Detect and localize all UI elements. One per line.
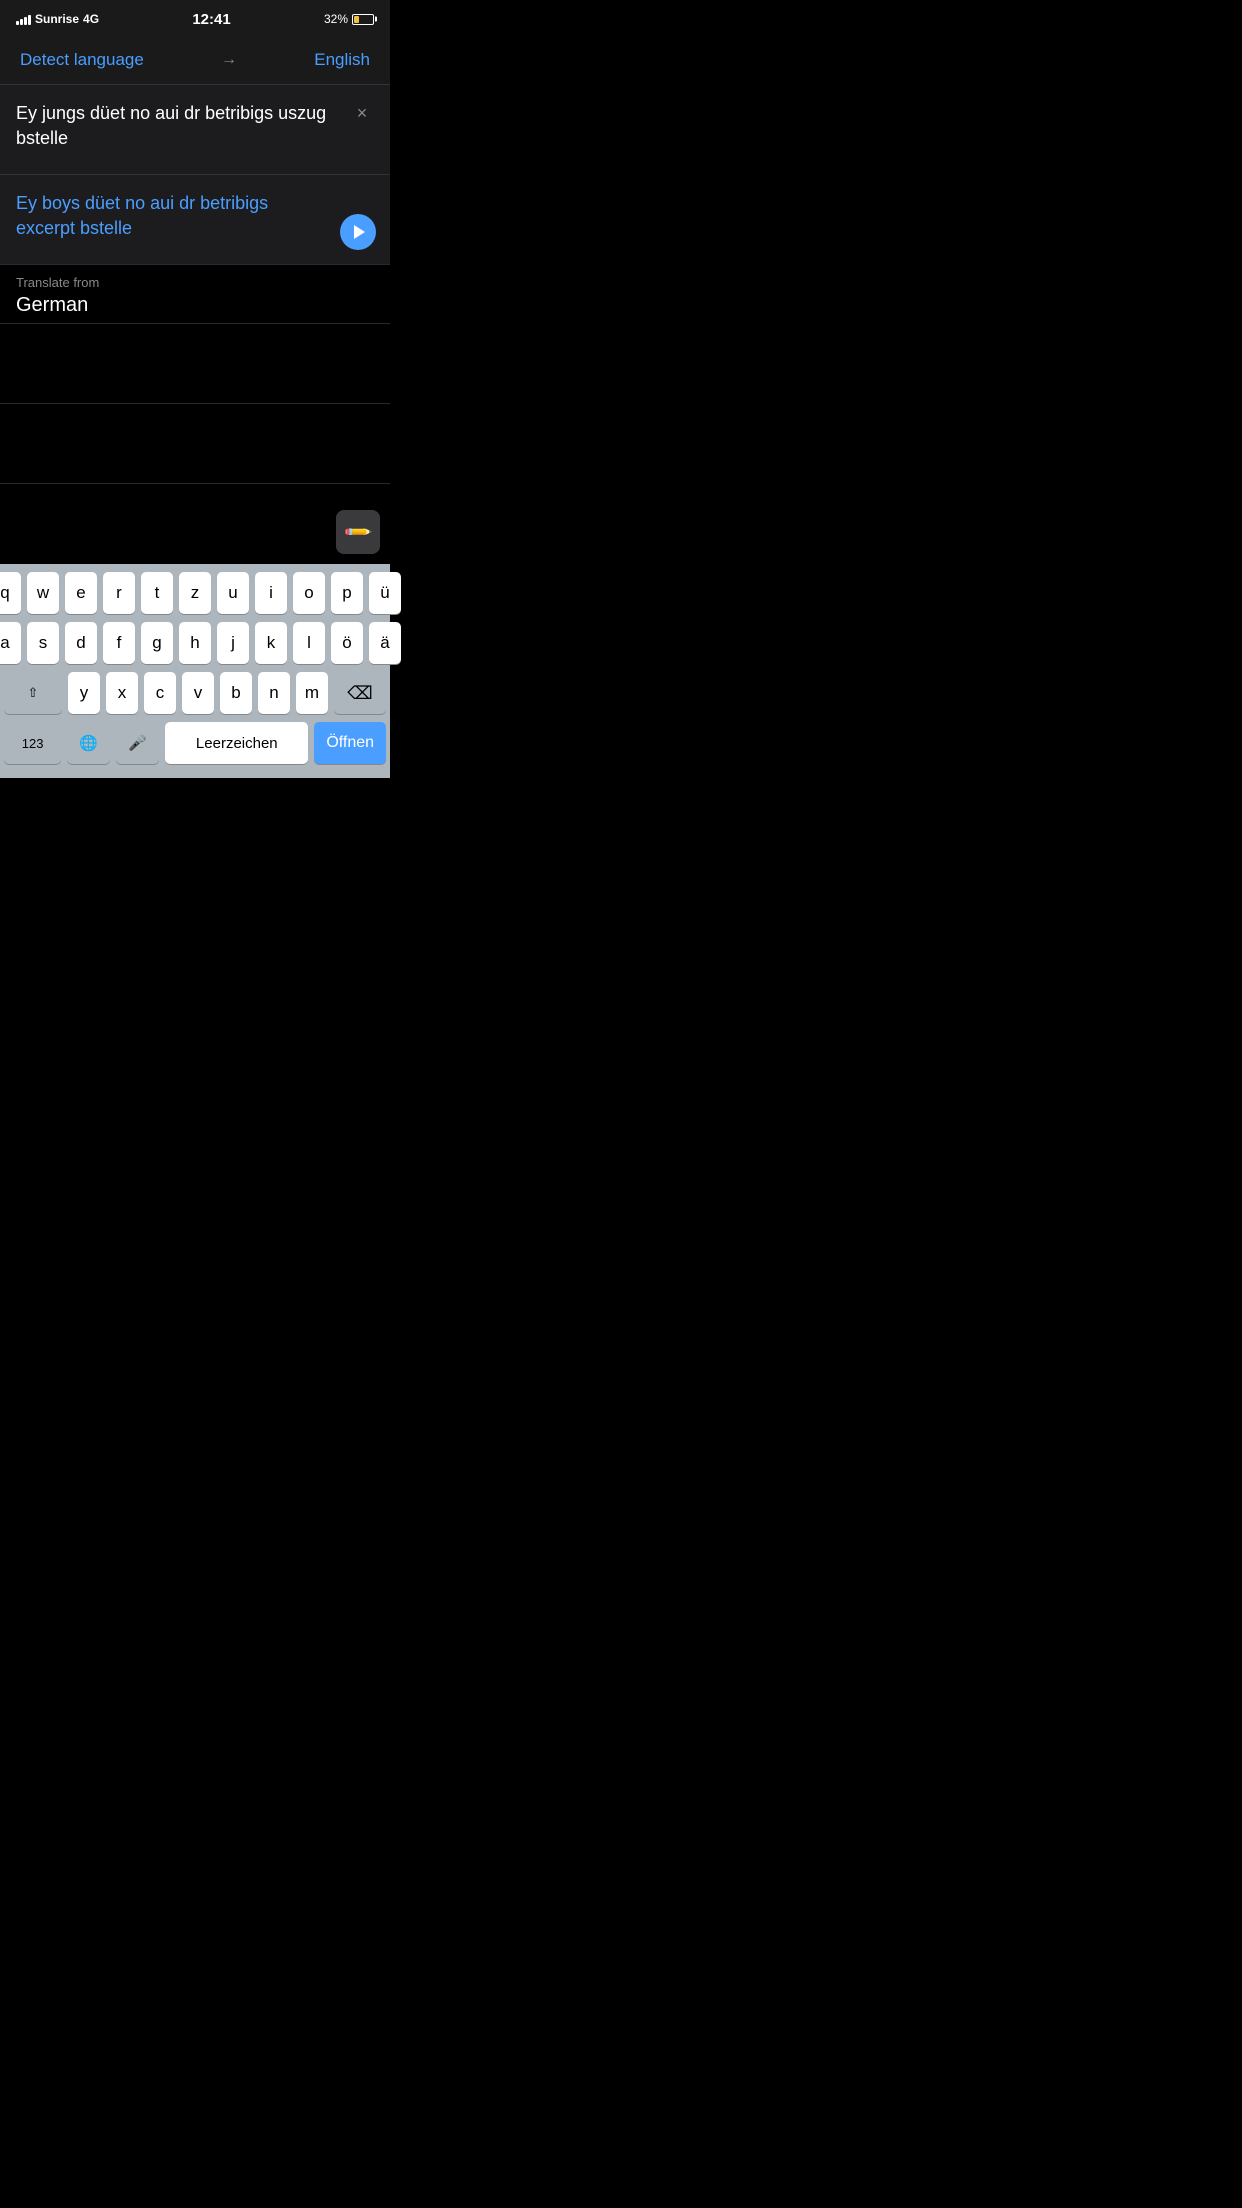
status-time: 12:41	[192, 11, 230, 28]
pencil-icon: ✏️	[343, 517, 374, 548]
empty-area-3: ✏️	[0, 484, 390, 564]
key-s[interactable]: s	[27, 622, 59, 664]
play-icon	[354, 225, 365, 239]
key-oe[interactable]: ö	[331, 622, 363, 664]
keyboard-bottom-row: 123 🌐 🎤 Leerzeichen Öffnen	[4, 722, 386, 764]
translate-from-section: Translate from German	[0, 265, 390, 324]
key-j[interactable]: j	[217, 622, 249, 664]
key-k[interactable]: k	[255, 622, 287, 664]
key-v[interactable]: v	[182, 672, 214, 714]
key-g[interactable]: g	[141, 622, 173, 664]
key-o[interactable]: o	[293, 572, 325, 614]
key-z[interactable]: z	[179, 572, 211, 614]
key-h[interactable]: h	[179, 622, 211, 664]
key-l[interactable]: l	[293, 622, 325, 664]
carrier-info: Sunrise 4G	[16, 12, 99, 26]
detect-language-button[interactable]: Detect language	[20, 50, 144, 70]
play-button[interactable]	[340, 214, 376, 250]
source-input-area[interactable]: Ey jungs düet no aui dr betribigs uszug …	[0, 85, 390, 175]
key-y[interactable]: y	[68, 672, 100, 714]
keyboard-row-2: a s d f g h j k l ö ä	[4, 622, 386, 664]
key-r[interactable]: r	[103, 572, 135, 614]
translated-text: Ey boys düet no aui dr betribigs excerpt…	[16, 191, 374, 241]
numeric-key[interactable]: 123	[4, 722, 61, 764]
battery-icon	[352, 14, 374, 25]
battery-info: 32%	[324, 12, 374, 26]
source-language[interactable]: German	[16, 294, 374, 317]
carrier-name: Sunrise	[35, 12, 79, 26]
key-f[interactable]: f	[103, 622, 135, 664]
translate-from-label: Translate from	[16, 275, 374, 290]
key-x[interactable]: x	[106, 672, 138, 714]
key-ue[interactable]: ü	[369, 572, 401, 614]
translation-result-area: Ey boys düet no aui dr betribigs excerpt…	[0, 175, 390, 265]
action-key[interactable]: Öffnen	[314, 722, 386, 764]
keyboard: q w e r t z u i o p ü a s d f g h j k l …	[0, 564, 390, 778]
key-b[interactable]: b	[220, 672, 252, 714]
backspace-key[interactable]: ⌫	[334, 672, 386, 714]
target-language-button[interactable]: English	[314, 50, 370, 70]
key-p[interactable]: p	[331, 572, 363, 614]
key-ae[interactable]: ä	[369, 622, 401, 664]
backspace-icon: ⌫	[347, 683, 372, 704]
key-w[interactable]: w	[27, 572, 59, 614]
signal-icon	[16, 13, 31, 25]
language-arrow-icon: →	[221, 51, 237, 69]
shift-key[interactable]: ⇧	[4, 672, 62, 714]
battery-fill	[354, 16, 359, 23]
key-t[interactable]: t	[141, 572, 173, 614]
battery-percent: 32%	[324, 12, 348, 26]
keyboard-row-3: ⇧ y x c v b n m ⌫	[4, 672, 386, 714]
keyboard-row-1: q w e r t z u i o p ü	[4, 572, 386, 614]
key-d[interactable]: d	[65, 622, 97, 664]
status-bar: Sunrise 4G 12:41 32%	[0, 0, 390, 36]
key-m[interactable]: m	[296, 672, 328, 714]
key-n[interactable]: n	[258, 672, 290, 714]
key-u[interactable]: u	[217, 572, 249, 614]
space-key[interactable]: Leerzeichen	[165, 722, 308, 764]
mic-key[interactable]: 🎤	[116, 722, 159, 764]
key-i[interactable]: i	[255, 572, 287, 614]
globe-key[interactable]: 🌐	[67, 722, 110, 764]
clear-button[interactable]: ×	[348, 99, 376, 127]
language-selector-bar: Detect language → English	[0, 36, 390, 85]
empty-area-2	[0, 404, 390, 484]
pencil-button[interactable]: ✏️	[336, 510, 380, 554]
key-c[interactable]: c	[144, 672, 176, 714]
source-text: Ey jungs düet no aui dr betribigs uszug …	[16, 101, 374, 151]
network-type: 4G	[83, 12, 99, 26]
empty-area-1	[0, 324, 390, 404]
key-q[interactable]: q	[0, 572, 21, 614]
key-a[interactable]: a	[0, 622, 21, 664]
key-e[interactable]: e	[65, 572, 97, 614]
